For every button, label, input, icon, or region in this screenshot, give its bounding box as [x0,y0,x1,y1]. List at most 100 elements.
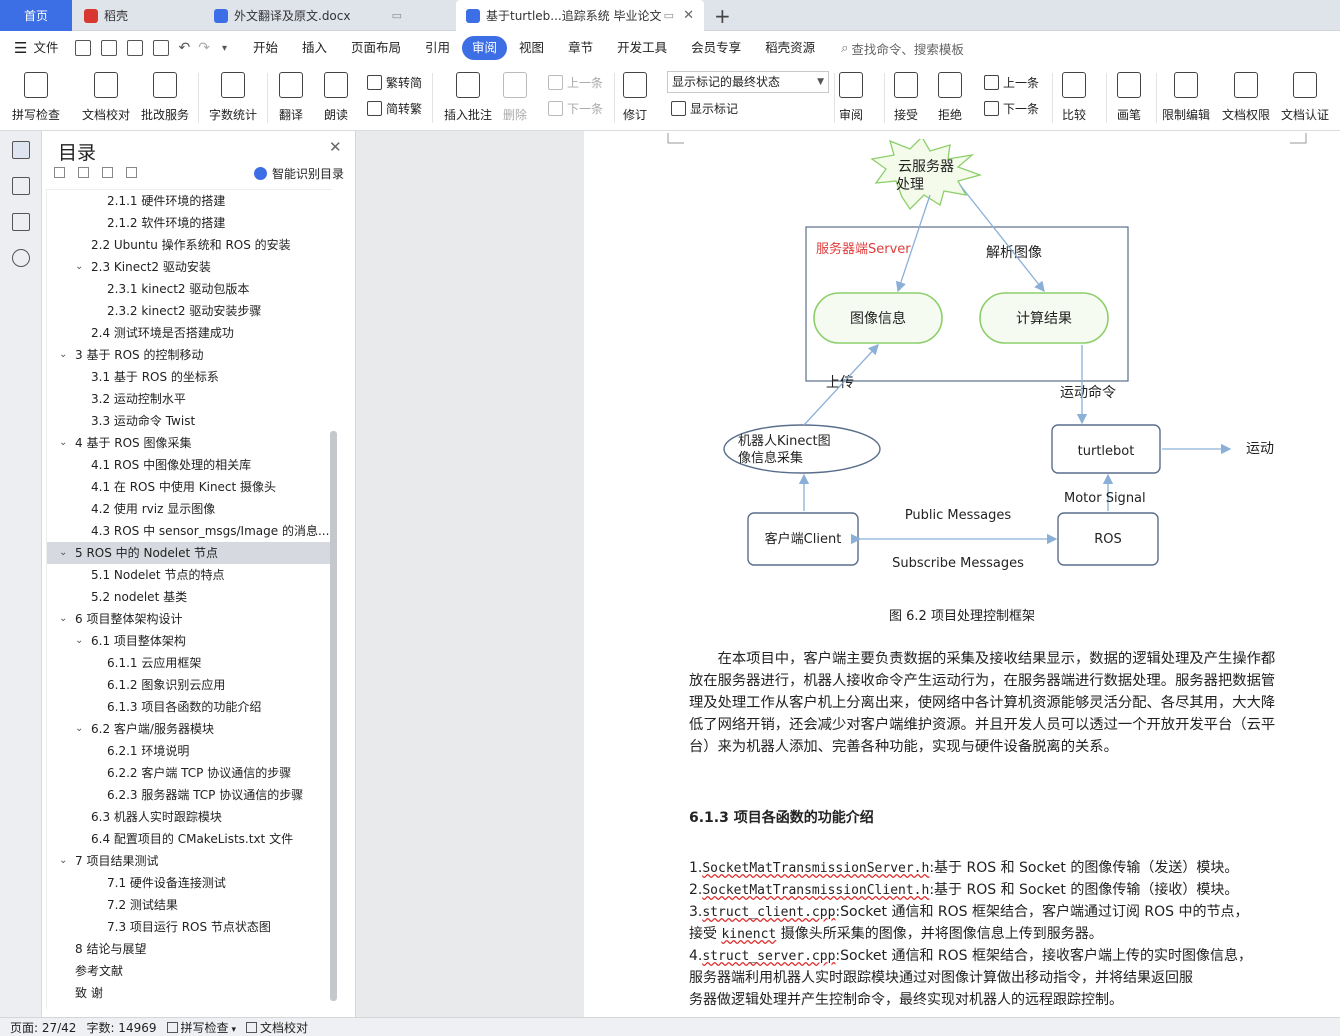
toc-item[interactable]: 4.1 ROS 中图像处理的相关库 [47,454,331,476]
toc-item[interactable]: 6.4 配置项目的 CMakeLists.txt 文件 [47,828,331,850]
chevron-down-icon[interactable]: ⌄ [75,256,83,278]
menu-file[interactable]: 文件 [27,36,70,60]
monitor-icon[interactable]: ▭ [664,9,674,22]
toc-item[interactable]: 2.3.2 kinect2 驱动安装步骤 [47,300,331,322]
chevron-down-icon[interactable]: ⌄ [75,718,83,740]
toc-item[interactable]: 2.2 Ubuntu 操作系统和 ROS 的安装 [47,234,331,256]
toc-item[interactable]: ⌄ 7 项目结果测试 [47,850,331,872]
menu-item[interactable]: 插入 [290,36,339,60]
menu-item[interactable]: 开发工具 [605,36,679,60]
insert-comment-button[interactable]: 插入批注 [444,69,492,123]
chevron-down-icon[interactable]: ⌄ [59,608,67,630]
preview-icon[interactable] [153,40,170,56]
tab-docer[interactable]: 稻壳 [74,0,200,31]
toc-item[interactable]: ⌄ 4 基于 ROS 图像采集 [47,432,331,454]
toc-item[interactable]: 4.2 使用 rviz 显示图像 [47,498,331,520]
toc-item[interactable]: 4.1 在 ROS 中使用 Kinect 摄像头 [47,476,331,498]
add-heading-icon[interactable] [102,167,113,178]
doc-certify-button[interactable]: 文档认证 [1281,69,1329,123]
close-tab-icon[interactable]: ✕ [683,8,694,23]
chevron-down-icon[interactable]: ⌄ [59,542,67,564]
trad-to-simp-button[interactable]: 繁转简 [367,74,422,91]
chevron-down-icon[interactable]: ⌄ [59,432,67,454]
toc-item[interactable]: 6.1.2 图象识别云应用 [47,674,331,696]
toc-item[interactable]: 6.2.2 客户端 TCP 协议通信的步骤 [47,762,331,784]
review-pane-button[interactable]: 审阅 [839,69,863,123]
doc-permission-button[interactable]: 文档权限 [1222,69,1270,123]
hamburger-icon[interactable]: ☰ [14,39,27,57]
print-icon[interactable] [127,40,144,56]
redo-icon[interactable]: ↷ [198,40,210,56]
toc-item[interactable]: ⌄ 6 项目整体架构设计 [47,608,331,630]
toc-item[interactable]: 7.3 项目运行 ROS 节点状态图 [47,916,331,938]
page-indicator[interactable]: 页面: 27/42 [10,1019,76,1036]
toc-item[interactable]: 7.2 测试结果 [47,894,331,916]
command-search[interactable]: 查找命令、搜索模板 [851,39,964,58]
compare-button[interactable]: 比较 [1062,69,1086,123]
status-spell-check[interactable]: 拼写检查 ▾ [166,1019,236,1036]
pen-button[interactable]: 画笔 [1117,69,1141,123]
toc-item[interactable]: 3.2 运动控制水平 [47,388,331,410]
toc-item[interactable]: ⌄ 5 ROS 中的 Nodelet 节点 [47,542,331,564]
toc-item[interactable]: 2.4 测试环境是否搭建成功 [47,322,331,344]
collapse-all-icon[interactable] [54,167,65,178]
toc-item[interactable]: 2.1.1 硬件环境的搭建 [47,190,331,212]
document-page[interactable]: 云服务器 处理 服务器端Server 解析图像 图像信息 计算结果 上传 运动命… [584,131,1340,1017]
toc-item[interactable]: 7.1 硬件设备连接测试 [47,872,331,894]
prev-change-button[interactable]: 上一条 [984,74,1039,91]
show-markup-button[interactable]: 显示标记 [671,100,738,117]
track-changes-button[interactable]: 修订 [623,69,647,123]
toc-scrollbar[interactable] [330,431,337,1001]
reject-button[interactable]: 拒绝 [938,69,962,123]
simp-to-trad-button[interactable]: 简转繁 [367,100,422,117]
search-icon[interactable] [12,249,30,267]
toc-item[interactable]: 4.3 ROS 中 sensor_msgs/Image 的消息... [47,520,331,542]
monitor-icon[interactable]: ▭ [392,9,402,22]
toc-panel-icon[interactable] [12,141,30,159]
toc-item[interactable]: ⌄ 6.2 客户端/服务器模块 [47,718,331,740]
word-count[interactable]: 字数: 14969 [86,1019,156,1036]
status-proofread[interactable]: 文档校对 [246,1019,308,1036]
menu-item[interactable]: 会员专享 [679,36,753,60]
batch-service-button[interactable]: 批改服务 [141,69,189,123]
prev-comment-button[interactable]: 上一条 [548,74,603,91]
toc-item[interactable]: 6.1.1 云应用框架 [47,652,331,674]
toc-item[interactable]: 2.3.1 kinect2 驱动包版本 [47,278,331,300]
toc-item[interactable]: 致 谢 [47,982,331,1004]
new-tab-icon[interactable]: + [714,4,731,28]
menu-item[interactable]: 页面布局 [339,36,413,60]
save-icon[interactable] [75,40,92,56]
export-icon[interactable] [101,40,118,56]
chevron-down-icon[interactable]: ⌄ [75,630,83,652]
tab-translation-doc[interactable]: 外文翻译及原文.docx ▭ [204,0,432,31]
tab-home[interactable]: 首页 [0,0,72,31]
toc-item[interactable]: 6.2.3 服务器端 TCP 协议通信的步骤 [47,784,331,806]
menu-item[interactable]: 视图 [507,36,556,60]
chapter-nav-icon[interactable] [12,177,30,195]
menu-item[interactable]: 开始 [241,36,290,60]
word-count-button[interactable]: 字数统计 [209,69,257,123]
menu-item[interactable]: 审阅 [462,36,508,60]
toc-item[interactable]: ⌄ 6.1 项目整体架构 [47,630,331,652]
expand-up-icon[interactable] [78,167,89,178]
doc-proofread-button[interactable]: 文档校对 [82,69,130,123]
smart-toc-button[interactable]: 智能识别目录 [254,165,344,182]
translate-button[interactable]: 翻译 [279,69,303,123]
toc-item[interactable]: 参考文献 [47,960,331,982]
menu-item[interactable]: 章节 [556,36,605,60]
toc-item[interactable]: 6.1.3 项目各函数的功能介绍 [47,696,331,718]
accept-button[interactable]: 接受 [894,69,918,123]
close-icon[interactable]: ✕ [329,138,342,156]
next-comment-button[interactable]: 下一条 [548,100,603,117]
next-change-button[interactable]: 下一条 [984,100,1039,117]
toc-item[interactable]: 5.2 nodelet 基类 [47,586,331,608]
toc-item[interactable]: 8 结论与展望 [47,938,331,960]
restrict-edit-button[interactable]: 限制编辑 [1162,69,1210,123]
toc-item[interactable]: 3.1 基于 ROS 的坐标系 [47,366,331,388]
markup-state-select[interactable]: 显示标记的最终状态 ▼ [667,71,829,93]
menu-item[interactable]: 稻壳资源 [753,36,827,60]
delete-comment-button[interactable]: 删除 [503,69,527,123]
toc-item[interactable]: 6.2.1 环境说明 [47,740,331,762]
toc-item[interactable]: ⌄ 3 基于 ROS 的控制移动 [47,344,331,366]
bookmark-icon[interactable] [12,213,30,231]
